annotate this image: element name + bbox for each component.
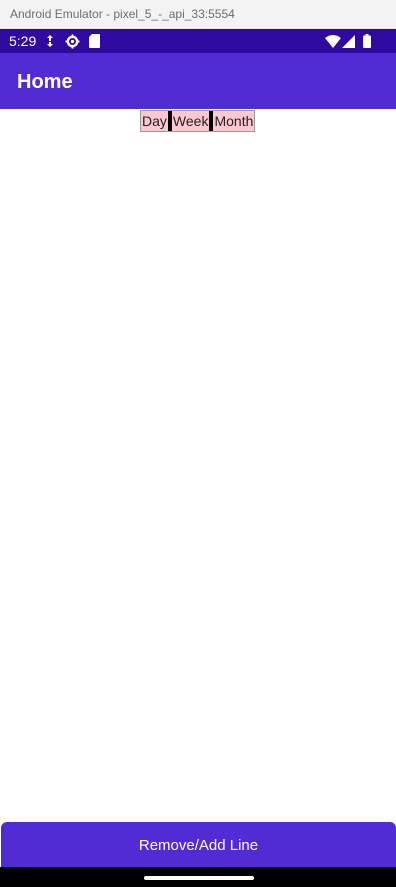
emulator-window-title: Android Emulator - pixel_5_-_api_33:5554	[0, 0, 396, 29]
arrows-icon	[45, 33, 55, 49]
gear-icon	[64, 33, 80, 49]
status-time: 5:29	[9, 33, 37, 49]
wifi-icon	[325, 33, 341, 49]
segment-day[interactable]: Day	[141, 111, 168, 131]
signal-icon	[342, 33, 355, 49]
segment-week[interactable]: Week	[171, 111, 210, 131]
battery-icon	[362, 33, 371, 49]
period-segmented-control: Day Week Month	[139, 110, 256, 132]
segment-month[interactable]: Month	[213, 111, 255, 131]
app-toolbar: Home	[0, 53, 396, 109]
status-bar: 5:29	[0, 29, 396, 53]
sd-card-icon	[88, 33, 100, 49]
home-gesture-handle[interactable]	[144, 876, 254, 880]
remove-add-line-button[interactable]: Remove/Add Line	[1, 822, 396, 867]
system-navigation-bar	[0, 867, 396, 887]
main-content: Day Week Month	[0, 109, 396, 821]
page-title: Home	[17, 71, 73, 93]
